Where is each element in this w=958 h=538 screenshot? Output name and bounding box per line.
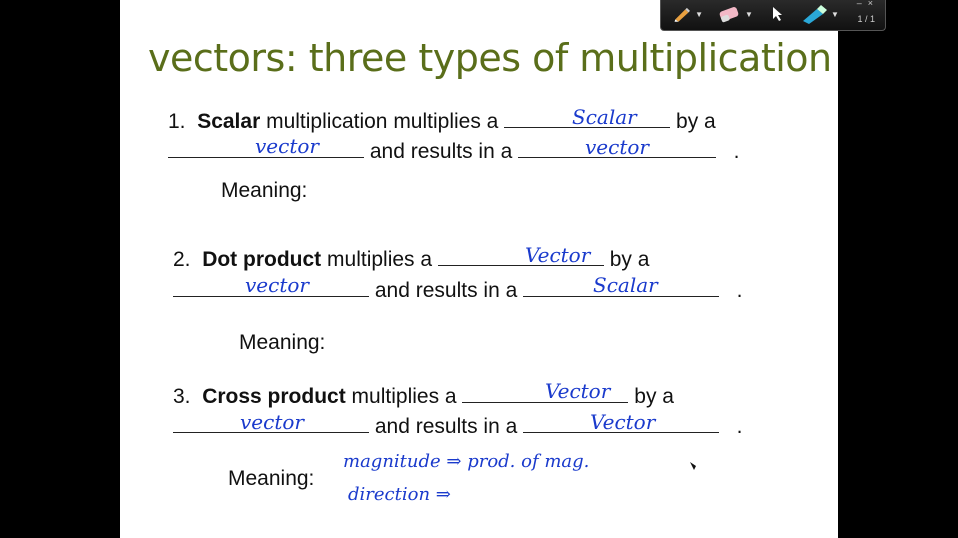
window-controls: –× — [857, 0, 879, 8]
page-indicator: 1 / 1 — [857, 14, 875, 24]
ink-toolbar: ▼ ▼ ▼ –× 1 / 1 — [660, 0, 886, 31]
minimize-button[interactable]: – — [857, 0, 868, 8]
highlighter-icon[interactable]: ▼ — [799, 3, 839, 25]
close-button[interactable]: × — [868, 0, 879, 8]
cursor-mark — [690, 462, 696, 470]
pen-icon[interactable]: ▼ — [673, 3, 703, 25]
ink-marks — [690, 462, 696, 470]
eraser-icon[interactable]: ▼ — [717, 3, 753, 25]
pointer-icon[interactable] — [767, 3, 787, 25]
